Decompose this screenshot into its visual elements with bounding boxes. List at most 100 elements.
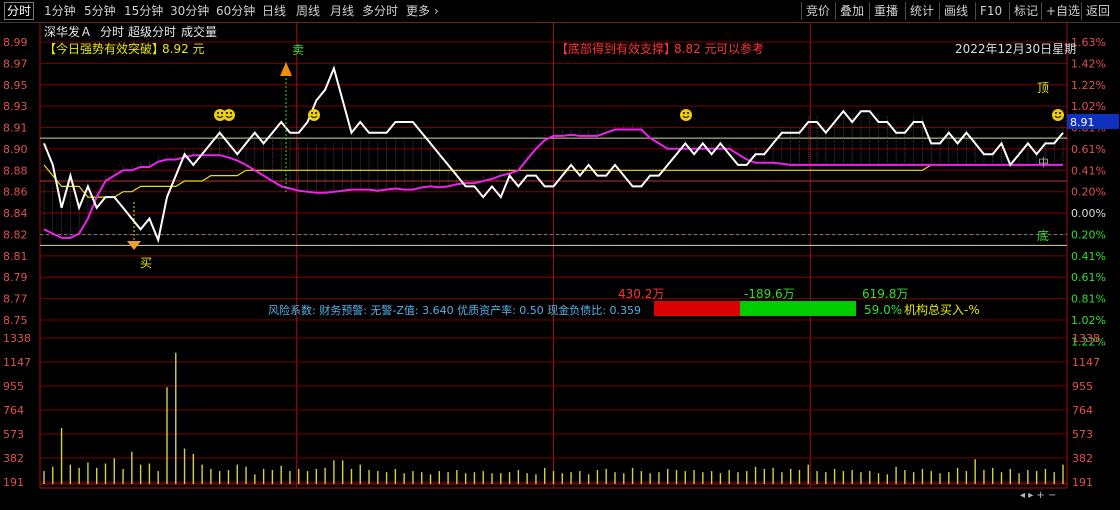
right-tab-4[interactable]: 画线 bbox=[944, 3, 968, 19]
smiley-eye bbox=[1059, 112, 1061, 114]
tab-1[interactable]: 1分钟 bbox=[44, 3, 76, 19]
tab-7[interactable]: 周线 bbox=[296, 3, 320, 19]
right-tab-5[interactable]: F10 bbox=[980, 3, 1002, 19]
price-tick-label: 8.75 bbox=[3, 314, 28, 327]
pct-tick-label: 0.81% bbox=[1071, 293, 1106, 306]
tab-8[interactable]: 月线 bbox=[330, 3, 354, 19]
more-arrow-icon[interactable]: › bbox=[434, 3, 439, 19]
price-tick-label: 8.91 bbox=[3, 122, 28, 135]
inflow-green-value: 619.8万 bbox=[862, 287, 908, 301]
support-label: 【底部得到有效支撑】 bbox=[556, 41, 676, 56]
header-item-1: 超级分时 bbox=[128, 24, 176, 39]
mid-label: 中 bbox=[1038, 156, 1049, 169]
price-tick-label: 8.79 bbox=[3, 271, 28, 284]
volume-tick-label-right: 764 bbox=[1072, 404, 1093, 417]
toolbar-separator bbox=[801, 2, 802, 20]
pct-tick-label: 0.61% bbox=[1071, 143, 1106, 156]
right-tab-2[interactable]: 重播 bbox=[874, 3, 898, 19]
smiley-eye bbox=[315, 112, 317, 114]
toolbar-separator bbox=[1081, 2, 1082, 20]
zoom-icon: ◂ ▸ + − bbox=[1020, 490, 1056, 501]
price-tick-label: 8.84 bbox=[3, 207, 28, 220]
toolbar-separator bbox=[975, 2, 976, 20]
price-tick-label: 8.82 bbox=[3, 228, 28, 241]
inflow-green-bar bbox=[740, 301, 856, 316]
pct-tick-label: 1.22% bbox=[1071, 79, 1106, 92]
tab-2[interactable]: 5分钟 bbox=[84, 3, 116, 19]
price-tick-label: 8.81 bbox=[3, 250, 28, 263]
breakout-price: 8.92 元 bbox=[162, 42, 205, 56]
price-tick-label: 8.88 bbox=[3, 164, 28, 177]
right-tab-7[interactable]: +自选 bbox=[1046, 3, 1080, 19]
pct-tick-label: 1.42% bbox=[1071, 57, 1106, 70]
tab-5[interactable]: 60分钟 bbox=[216, 3, 255, 19]
sell-label: 卖 bbox=[292, 43, 304, 57]
volume-tick-label-right: 1338 bbox=[1072, 332, 1100, 345]
volume-tick-label: 382 bbox=[3, 452, 24, 465]
toolbar-separator bbox=[835, 2, 836, 20]
volume-tick-label-right: 573 bbox=[1072, 428, 1093, 441]
top-label: 顶 bbox=[1037, 81, 1049, 95]
smiley-icon bbox=[680, 109, 692, 121]
period-toolbar: 分时 1分钟 5分钟 15分钟 30分钟 60分钟 日线 周线 月线 多分时 更多 › 竞价 叠加 重播 统计… bbox=[0, 0, 1120, 23]
smiley-eye bbox=[1055, 112, 1057, 114]
inflow-red-bar bbox=[654, 301, 740, 316]
tab-9[interactable]: 多分时 bbox=[362, 3, 398, 19]
tab-0[interactable]: 分时 bbox=[4, 2, 35, 20]
right-tab-3[interactable]: 统计 bbox=[910, 3, 934, 19]
volume-tick-label: 764 bbox=[3, 404, 24, 417]
pct-tick-label: 0.61% bbox=[1071, 271, 1106, 284]
pct-tick-label: 1.02% bbox=[1071, 100, 1106, 113]
intraday-chart: 8.99 8.97 8.95 8.93 8.91 8.90 8.88 8.86 8.84 8.82… bbox=[3, 22, 1119, 501]
bottom-label: 底 bbox=[1037, 228, 1049, 243]
support-suffix: 可以参考 bbox=[716, 41, 764, 56]
price-tick-label: 8.95 bbox=[3, 79, 28, 92]
volume-tick-label: 955 bbox=[3, 380, 24, 393]
price-tick-label: 8.99 bbox=[3, 36, 28, 49]
volume-tick-label: 1338 bbox=[3, 332, 31, 345]
price-tick-label: 8.90 bbox=[3, 143, 28, 156]
tab-4[interactable]: 30分钟 bbox=[170, 3, 209, 19]
pct-tick-label: 0.41% bbox=[1071, 250, 1106, 263]
chart-date: 2022年12月30日星期 bbox=[955, 42, 1076, 56]
right-tab-0[interactable]: 竞价 bbox=[806, 3, 830, 19]
smiley-eye bbox=[226, 112, 228, 114]
pct-tick-label: 1.63% bbox=[1071, 36, 1106, 49]
tab-10[interactable]: 更多 bbox=[406, 3, 430, 19]
smiley-eye bbox=[311, 112, 313, 114]
toolbar-separator bbox=[939, 2, 940, 20]
toolbar-separator bbox=[1041, 2, 1042, 20]
right-tab-8[interactable]: 返回 bbox=[1086, 3, 1110, 19]
tab-3[interactable]: 15分钟 bbox=[124, 3, 163, 19]
toolbar-separator bbox=[905, 2, 906, 20]
header-item-0: 分时 bbox=[100, 25, 124, 39]
pct-tick-label: 0.20% bbox=[1071, 228, 1106, 241]
right-tab-1[interactable]: 叠加 bbox=[840, 3, 864, 19]
institution-label: 机构总买入-% bbox=[904, 302, 980, 317]
ratio-value: 59.0% bbox=[864, 303, 902, 317]
inflow-mid-value: -189.6万 bbox=[744, 287, 795, 301]
smiley-icon bbox=[1052, 109, 1064, 121]
inflow-red-value: 430.2万 bbox=[618, 287, 664, 301]
volume-tick-label-right: 1147 bbox=[1072, 356, 1100, 369]
smiley-icon bbox=[223, 109, 235, 121]
right-tab-6[interactable]: 标记 bbox=[1014, 3, 1038, 19]
volume-tick-label: 1147 bbox=[3, 356, 31, 369]
smiley-eye bbox=[230, 112, 232, 114]
volume-tick-label: 191 bbox=[3, 476, 24, 489]
price-tick-label: 8.93 bbox=[3, 100, 28, 113]
stock-name: 深华发Ａ bbox=[44, 24, 92, 39]
volume-tick-label-right: 955 bbox=[1072, 380, 1093, 393]
price-tick-label: 8.77 bbox=[3, 293, 28, 306]
price-tick-label: 8.97 bbox=[3, 57, 28, 70]
pct-tick-label: 0.41% bbox=[1071, 164, 1106, 177]
pct-tick-label: 0.00% bbox=[1071, 207, 1106, 220]
pct-tick-label: 1.02% bbox=[1071, 314, 1106, 327]
finance-info: 风险系数: 财务预警: 无警-Z值: 3.640 优质资产率: 0.50 现金负… bbox=[268, 303, 641, 317]
smiley-eye bbox=[217, 112, 219, 114]
breakout-label: 【今日强势有效突破】 bbox=[44, 41, 164, 56]
pct-tick-label: 0.20% bbox=[1071, 186, 1106, 199]
tab-6[interactable]: 日线 bbox=[262, 3, 286, 19]
smiley-icon bbox=[308, 109, 320, 121]
header-item-2: 成交量 bbox=[181, 24, 217, 39]
